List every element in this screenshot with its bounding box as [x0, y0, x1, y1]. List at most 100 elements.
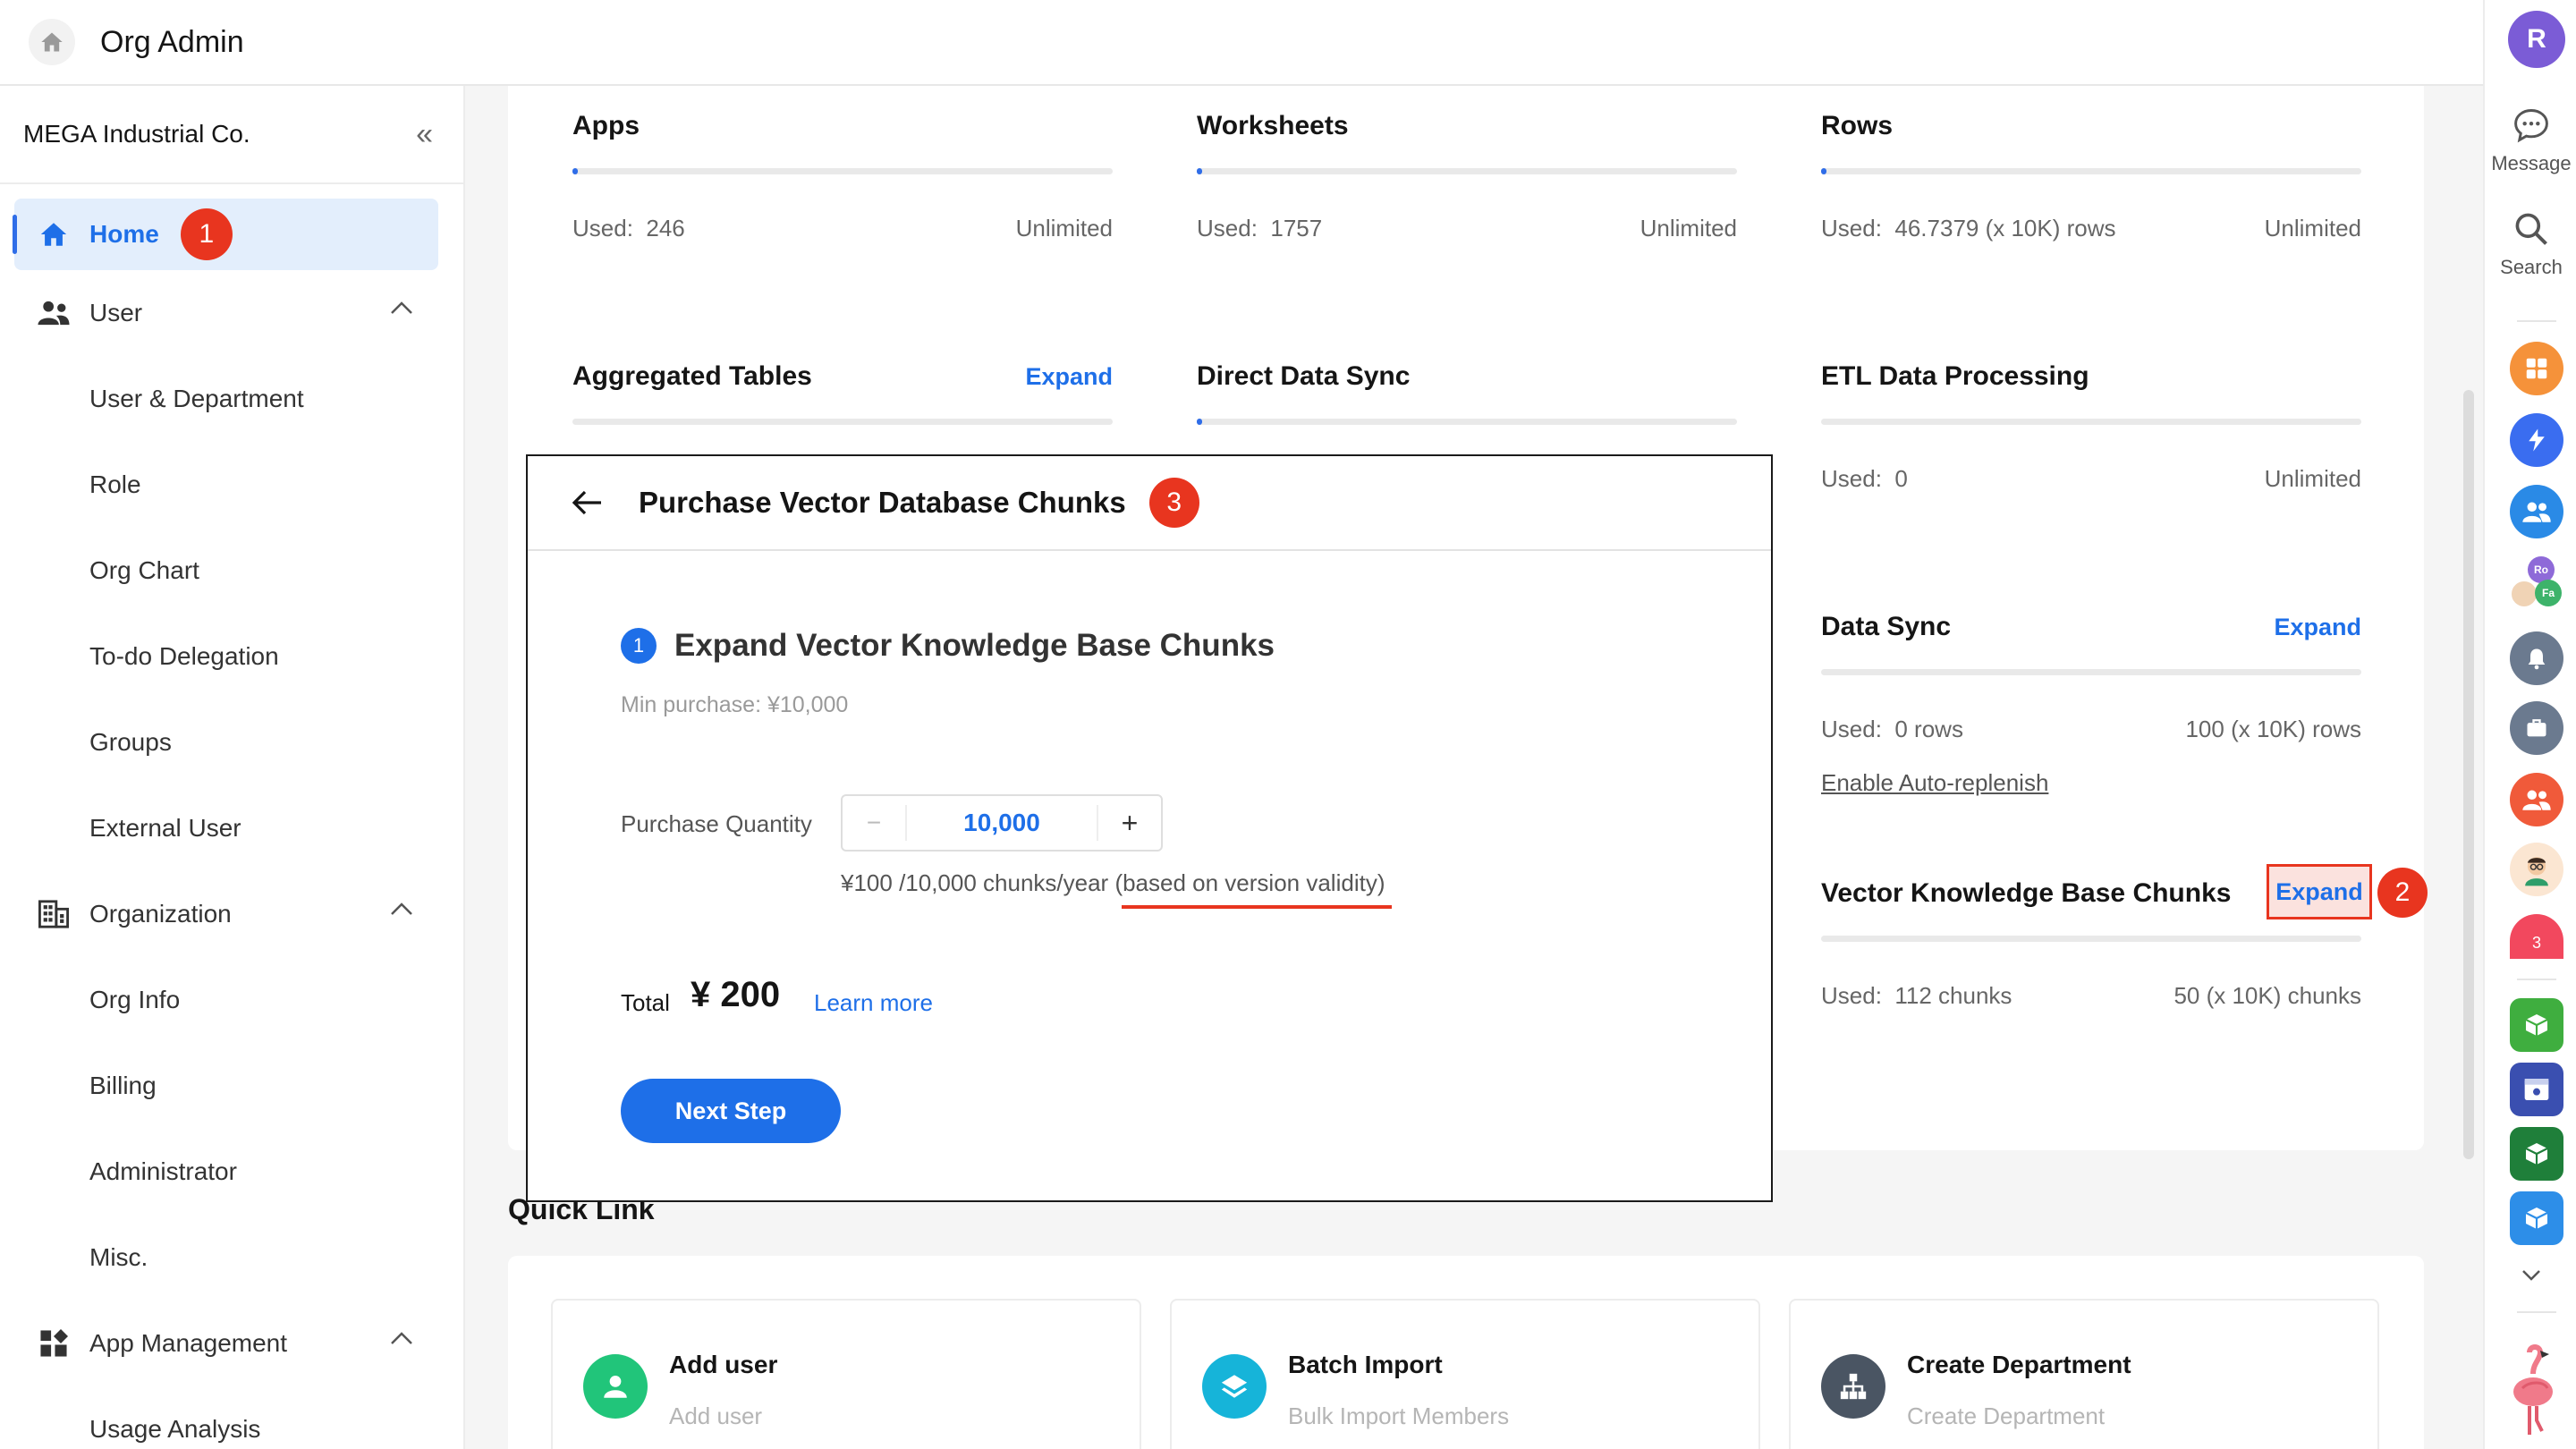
org-switcher[interactable]: MEGA Industrial Co. «	[0, 86, 463, 184]
quick-link-name: Add user	[669, 1351, 778, 1378]
message-icon	[2514, 109, 2548, 143]
quota-limit: 50 (x 10K) chunks	[2174, 982, 2361, 1009]
blue-box-app-icon[interactable]	[2510, 1191, 2563, 1245]
app-grid-icon	[36, 1326, 72, 1361]
expand-link[interactable]: Expand	[2274, 614, 2361, 641]
home-icon	[36, 216, 72, 252]
step-header: 1 Expand Vector Knowledge Base Chunks	[621, 628, 1275, 664]
group-avatars[interactable]: Ro Fa	[2508, 556, 2565, 615]
layers-icon	[1202, 1354, 1267, 1419]
quota-title: Worksheets	[1197, 111, 1349, 140]
sidebar-group-organization[interactable]: Organization	[0, 871, 463, 957]
modal-header: Purchase Vector Database Chunks 3	[528, 456, 1771, 551]
sidebar-item-billing[interactable]: Billing	[0, 1043, 463, 1129]
annotation-badge-3: 3	[1148, 478, 1199, 528]
contacts-app-icon[interactable]	[2510, 485, 2563, 538]
quantity-label: Purchase Quantity	[621, 810, 812, 837]
quick-link-desc: Bulk Import Members	[1288, 1402, 1510, 1429]
sidebar-group-user[interactable]: User	[0, 270, 463, 356]
quota-used: Used: 246	[572, 215, 685, 242]
team-app-icon[interactable]	[2510, 773, 2563, 826]
sidebar-item-groups[interactable]: Groups	[0, 699, 463, 785]
quota-apps: Apps Used: 246 Unlimited	[572, 111, 1113, 242]
usage-bar	[1821, 669, 2361, 675]
sidebar-item-user-department[interactable]: User & Department	[0, 356, 463, 442]
browser-app-icon[interactable]	[2510, 1063, 2563, 1116]
home-icon-button[interactable]	[29, 19, 75, 65]
department-tree-icon	[1821, 1354, 1885, 1419]
sidebar-group-label: App Management	[89, 1329, 288, 1357]
rail-message[interactable]: Message	[2485, 106, 2576, 175]
sidebar-group-app-management[interactable]: App Management	[0, 1301, 463, 1386]
back-arrow-icon[interactable]	[571, 489, 603, 516]
sidebar-item-misc[interactable]: Misc.	[0, 1215, 463, 1301]
annotation-underline	[1122, 905, 1392, 909]
learn-more-link[interactable]: Learn more	[814, 989, 933, 1017]
quota-used: Used: 46.7379 (x 10K) rows	[1821, 215, 2116, 242]
flamingo-mascot-icon[interactable]	[2504, 1342, 2562, 1440]
modal-title: Purchase Vector Database Chunks	[639, 486, 1126, 519]
total-label: Total	[621, 989, 670, 1016]
quota-title: Apps	[572, 111, 640, 140]
sidebar-item-usage-analysis[interactable]: Usage Analysis	[0, 1386, 463, 1449]
stack-app-icon[interactable]	[2510, 1127, 2563, 1181]
usage-bar	[1197, 419, 1737, 425]
calendar-app-icon[interactable]: 3	[2510, 914, 2563, 959]
rail-label: Message	[2491, 152, 2572, 174]
expand-link[interactable]: Expand	[1025, 363, 1113, 391]
chevron-down-icon[interactable]	[2521, 1268, 2542, 1283]
briefcase-app-icon[interactable]	[2510, 701, 2563, 755]
top-bar: Org Admin	[0, 0, 2483, 86]
sidebar-item-org-chart[interactable]: Org Chart	[0, 528, 463, 614]
app-grid-app-icon[interactable]	[2510, 342, 2563, 395]
chevron-up-icon	[391, 1332, 412, 1344]
total-value: ¥ 200	[691, 975, 781, 1014]
sidebar-item-administrator[interactable]: Administrator	[0, 1129, 463, 1215]
quantity-input[interactable]: 10,000	[905, 805, 1098, 841]
sidebar-item-external-user[interactable]: External User	[0, 785, 463, 871]
rail-divider	[2517, 320, 2556, 322]
sidebar-item-org-info[interactable]: Org Info	[0, 957, 463, 1043]
rail-divider	[2517, 979, 2556, 980]
green-box-app-icon[interactable]	[2510, 998, 2563, 1052]
mini-avatar: Fa	[2535, 580, 2562, 606]
user-avatar[interactable]: R	[2508, 11, 2565, 68]
sidebar-item-role[interactable]: Role	[0, 442, 463, 528]
quota-used: Used: 112 chunks	[1821, 982, 2012, 1009]
quota-direct-data-sync: Direct Data Sync	[1197, 361, 1737, 425]
quota-data-sync: Data Sync Expand Used: 0 rows 100 (x 10K…	[1821, 612, 2361, 796]
rail-label: Search	[2500, 256, 2563, 278]
sidebar-item-label: Home	[89, 220, 159, 248]
vector-expand-button[interactable]: Expand	[2267, 864, 2372, 919]
collapse-sidebar-icon[interactable]: «	[416, 117, 433, 152]
annotation-badge-1: 1	[180, 208, 233, 260]
rail-search[interactable]: Search	[2485, 209, 2576, 279]
quota-used: Used: 0	[1821, 465, 1908, 492]
usage-bar	[572, 168, 1113, 174]
sidebar-group-label: User	[89, 299, 143, 326]
calendar-day: 3	[2531, 933, 2541, 952]
increment-button[interactable]: +	[1098, 807, 1161, 840]
person-avatar-icon[interactable]	[2510, 843, 2563, 896]
page-scrollbar[interactable]	[2463, 390, 2474, 1159]
quota-limit: Unlimited	[2264, 465, 2361, 492]
next-step-button[interactable]: Next Step	[621, 1079, 841, 1143]
min-purchase: Min purchase: ¥10,000	[621, 692, 849, 717]
search-icon	[2515, 213, 2547, 245]
quota-aggregated-tables: Aggregated Tables Expand	[572, 361, 1113, 425]
ai-spark-app-icon[interactable]	[2510, 413, 2563, 467]
quick-link-batch-import[interactable]: Batch Import Bulk Import Members	[1170, 1299, 1760, 1449]
decrement-button[interactable]: −	[843, 809, 905, 837]
app-title: Org Admin	[100, 24, 244, 59]
sidebar-item-todo-delegation[interactable]: To-do Delegation	[0, 614, 463, 699]
quick-link-add-user[interactable]: Add user Add user	[551, 1299, 1141, 1449]
sidebar-item-home[interactable]: Home 1	[13, 199, 438, 270]
rail-divider	[2517, 1311, 2556, 1313]
quick-link-create-department[interactable]: Create Department Create Department	[1789, 1299, 2379, 1449]
quick-link-name: Batch Import	[1288, 1351, 1443, 1378]
quick-link-name: Create Department	[1907, 1351, 2131, 1378]
enable-auto-replenish-link[interactable]: Enable Auto-replenish	[1821, 769, 2048, 797]
sidebar: MEGA Industrial Co. « Home 1 User User &…	[0, 86, 465, 1449]
quota-limit: 100 (x 10K) rows	[2185, 716, 2361, 742]
notification-bell-icon[interactable]	[2510, 631, 2563, 685]
